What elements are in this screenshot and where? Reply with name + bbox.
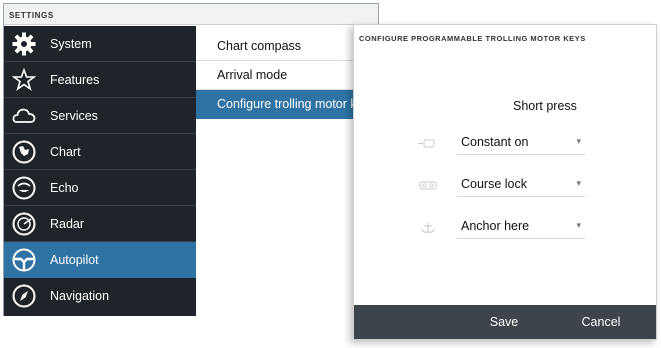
key-row: Anchor here ▾ [354,215,656,239]
gear-icon [11,31,37,57]
dropdown-value: Anchor here [461,219,530,233]
sidebar-item-label: Services [50,109,98,123]
key-action-dropdown[interactable]: Anchor here ▾ [457,215,585,239]
echo-icon [11,175,37,201]
sidebar-item-label: Autopilot [50,253,99,267]
settings-list: Chart compass Arrival mode Configure tro… [196,26,378,316]
sidebar-item-label: Radar [50,217,85,231]
list-item-arrival-mode[interactable]: Arrival mode [196,61,378,90]
dialog-footer: Save Cancel [354,305,656,339]
key-action-dropdown[interactable]: Constant on ▾ [457,131,585,155]
list-item-label: Chart compass [217,39,302,53]
key-action-dropdown[interactable]: Course lock ▾ [457,173,585,197]
sidebar-item-label: Navigation [50,289,110,303]
sidebar-item-label: Chart [50,145,81,159]
dropdown-value: Course lock [461,177,527,191]
chevron-down-icon: ▾ [576,136,581,146]
anchor-key-icon [414,221,442,233]
sidebar-item-services[interactable]: Services [4,98,196,134]
save-button[interactable]: Save [474,305,534,339]
configure-keys-dialog: CONFIGURE PROGRAMMABLE TROLLING MOTOR KE… [353,24,657,340]
sidebar-item-system[interactable]: System [4,26,196,62]
list-item-label: Arrival mode [217,68,288,82]
chart-icon [11,139,37,165]
radar-icon [11,211,37,237]
key-row: Constant on ▾ [354,131,656,155]
constant-on-key-icon [414,137,442,149]
cancel-button[interactable]: Cancel [571,305,631,339]
cloud-icon [11,103,37,129]
sidebar-item-label: Echo [50,181,79,195]
column-header: Short press [513,99,577,113]
compass-icon [11,283,37,309]
autopilot-wheel-icon [11,247,37,273]
settings-sidebar: System Features Services Chart Echo Rada… [4,26,196,316]
sidebar-item-autopilot[interactable]: Autopilot [4,242,196,278]
sidebar-item-radar[interactable]: Radar [4,206,196,242]
chevron-down-icon: ▾ [576,178,581,188]
sidebar-item-label: System [50,37,92,51]
star-icon [11,67,37,93]
key-row: Course lock ▾ [354,173,656,197]
sidebar-item-label: Features [50,73,100,87]
sidebar-item-features[interactable]: Features [4,62,196,98]
settings-window: SETTINGS System Features Services Chart … [3,3,379,316]
settings-title: SETTINGS [4,4,378,25]
sidebar-item-chart[interactable]: Chart [4,134,196,170]
chevron-down-icon: ▾ [576,220,581,230]
dialog-title: CONFIGURE PROGRAMMABLE TROLLING MOTOR KE… [359,34,586,43]
sidebar-item-echo[interactable]: Echo [4,170,196,206]
list-item-configure-trolling-motor-keys[interactable]: Configure trolling motor keys [196,90,378,119]
course-lock-key-icon [414,179,442,191]
list-item-chart-compass[interactable]: Chart compass [196,32,378,61]
dropdown-value: Constant on [461,135,529,149]
sidebar-item-navigation[interactable]: Navigation [4,278,196,314]
